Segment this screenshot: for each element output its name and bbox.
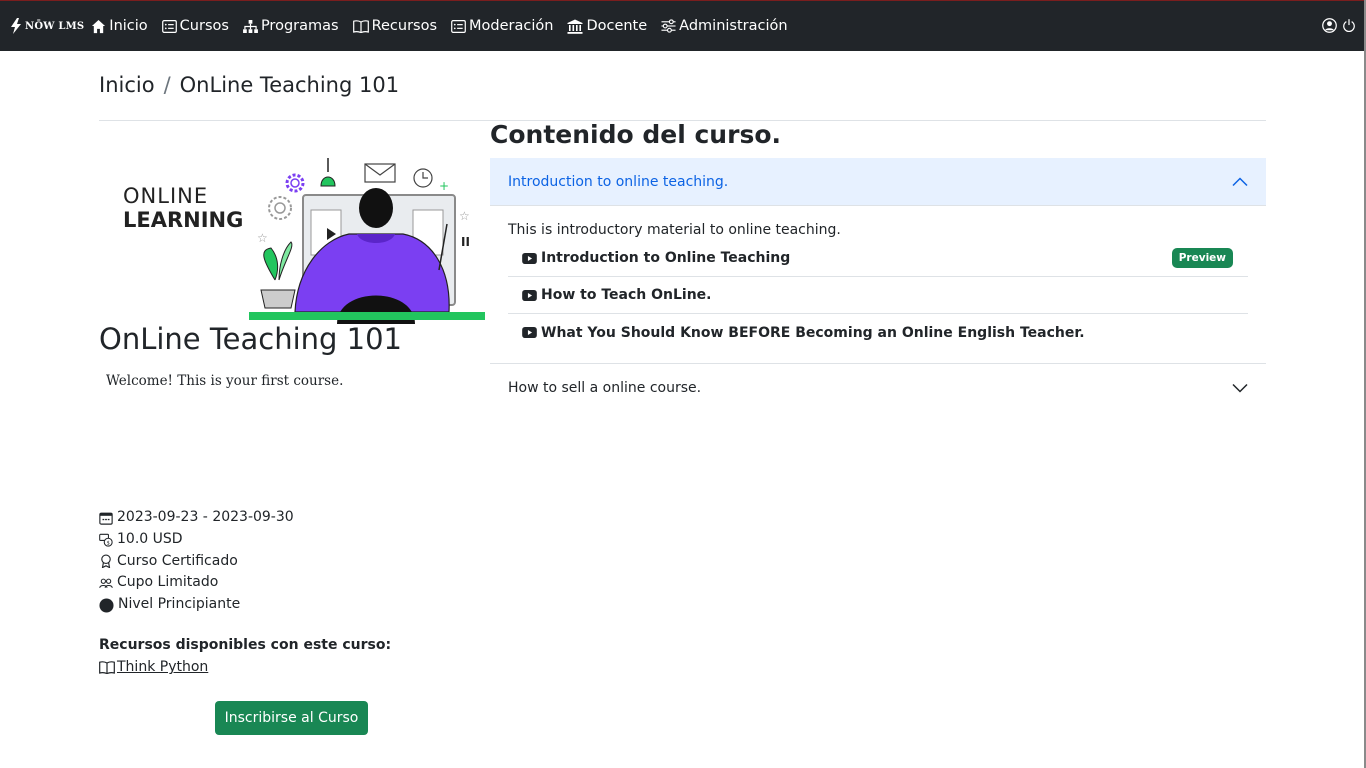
limited-text: Cupo Limitado bbox=[117, 574, 219, 591]
accordion-section-body: This is introductory material to online … bbox=[490, 206, 1266, 364]
nav-label: Moderación bbox=[469, 18, 554, 34]
breadcrumb-home[interactable]: Inicio bbox=[99, 73, 155, 97]
online-learning-illustration: ONLINE LEARNING + II ☆ ☆ bbox=[123, 158, 485, 324]
section-title: How to sell a online course. bbox=[508, 379, 702, 396]
content-accordion: Introduction to online teaching. This is… bbox=[490, 158, 1266, 411]
course-dates: 2023-09-23 - 2023-09-30 bbox=[99, 507, 294, 529]
nav-item-recursos[interactable]: Recursos bbox=[352, 18, 438, 34]
nav-label: Administración bbox=[679, 18, 788, 34]
book-icon bbox=[352, 19, 369, 33]
power-icon[interactable] bbox=[1342, 18, 1356, 33]
course-title: OnLine Teaching 101 bbox=[99, 322, 402, 356]
section-title: Introduction to online teaching. bbox=[508, 174, 729, 190]
resource-link-label[interactable]: Think Python bbox=[117, 659, 208, 675]
breadcrumb: Inicio / OnLine Teaching 101 bbox=[99, 73, 399, 97]
youtube-icon bbox=[522, 289, 537, 301]
enroll-button[interactable]: Inscribirse al Curso bbox=[215, 701, 368, 735]
accordion-section-header[interactable]: Introduction to online teaching. bbox=[490, 158, 1266, 206]
course-hero-image: ONLINE LEARNING + II ☆ ☆ bbox=[99, 150, 485, 324]
course-limited: Cupo Limitado bbox=[99, 572, 294, 594]
brand-logo[interactable]: NŌW LMS bbox=[10, 18, 84, 34]
diagram-icon bbox=[243, 19, 258, 33]
hero-line1: ONLINE bbox=[123, 184, 208, 208]
nav-label: Inicio bbox=[109, 18, 148, 34]
resource-link-think-python[interactable]: Think Python bbox=[99, 659, 208, 675]
chevron-down-icon bbox=[1232, 383, 1248, 393]
nav-label: Programas bbox=[260, 18, 339, 34]
youtube-icon bbox=[522, 252, 537, 264]
card-list-icon bbox=[161, 19, 177, 33]
nav-label: Recursos bbox=[371, 18, 438, 34]
nav-item-programas[interactable]: Programas bbox=[243, 18, 339, 34]
bank-icon bbox=[567, 19, 583, 34]
course-description: Welcome! This is your first course. bbox=[106, 373, 344, 389]
level-text: Nivel Principiante bbox=[118, 596, 241, 613]
course-price: $ 10.0 USD bbox=[99, 529, 294, 551]
nav-item-docente[interactable]: Docente bbox=[567, 18, 647, 34]
nav-item-inicio[interactable]: Inicio bbox=[91, 18, 148, 34]
course-certified: Curso Certificado bbox=[99, 551, 294, 573]
preview-badge[interactable]: Preview bbox=[1171, 248, 1233, 268]
content-title: Contenido del curso. bbox=[490, 120, 781, 149]
bolt-icon bbox=[11, 18, 21, 34]
svg-text:☆: ☆ bbox=[459, 209, 470, 223]
lesson-title: How to Teach OnLine. bbox=[541, 287, 712, 303]
lesson-item[interactable]: How to Teach OnLine. bbox=[508, 277, 1248, 314]
course-level: Nivel Principiante bbox=[99, 594, 294, 616]
cash-coin-icon: $ bbox=[99, 533, 113, 547]
people-icon bbox=[99, 578, 113, 589]
price-text: 10.0 USD bbox=[117, 530, 183, 547]
course-meta: 2023-09-23 - 2023-09-30 $ 10.0 USD Curso… bbox=[99, 507, 294, 616]
card-list-icon bbox=[451, 19, 466, 33]
svg-text:$: $ bbox=[107, 540, 110, 546]
svg-text:+: + bbox=[439, 179, 449, 193]
accordion-section-header[interactable]: How to sell a online course. bbox=[490, 364, 1266, 411]
svg-text:☆: ☆ bbox=[257, 231, 268, 245]
resources-title: Recursos disponibles con este curso: bbox=[99, 637, 392, 653]
svg-text:II: II bbox=[461, 235, 470, 249]
lesson-title: What You Should Know BEFORE Becoming an … bbox=[541, 324, 1085, 341]
breadcrumb-current: OnLine Teaching 101 bbox=[179, 73, 400, 97]
award-icon bbox=[101, 554, 111, 569]
user-circle-icon[interactable] bbox=[1322, 18, 1337, 33]
hero-line2: LEARNING bbox=[123, 208, 243, 232]
dates-text: 2023-09-23 - 2023-09-30 bbox=[117, 509, 294, 525]
house-icon bbox=[92, 19, 106, 33]
lesson-item[interactable]: Introduction to Online Teaching Preview bbox=[508, 240, 1248, 277]
calendar-icon bbox=[99, 512, 113, 525]
youtube-icon bbox=[522, 327, 537, 338]
nav-item-cursos[interactable]: Cursos bbox=[161, 18, 229, 34]
nav-item-moderacion[interactable]: Moderación bbox=[451, 18, 553, 34]
lesson-item[interactable]: What You Should Know BEFORE Becoming an … bbox=[508, 314, 1248, 351]
top-navbar: NŌW LMS Inicio Cursos Programas Recursos… bbox=[0, 0, 1366, 51]
book-icon bbox=[99, 660, 115, 674]
lesson-title: Introduction to Online Teaching bbox=[541, 250, 791, 266]
certified-text: Curso Certificado bbox=[117, 552, 238, 569]
nav-item-administracion[interactable]: Administración bbox=[661, 18, 788, 34]
breadcrumb-separator: / bbox=[163, 73, 171, 97]
nav-label: Docente bbox=[586, 18, 648, 34]
brand-text: NŌW LMS bbox=[25, 20, 85, 32]
nav-label: Cursos bbox=[179, 18, 229, 34]
section-description: This is introductory material to online … bbox=[508, 222, 841, 238]
chevron-up-icon bbox=[1232, 177, 1248, 187]
filled-circle-icon bbox=[99, 598, 114, 613]
sliders-icon bbox=[661, 19, 676, 33]
